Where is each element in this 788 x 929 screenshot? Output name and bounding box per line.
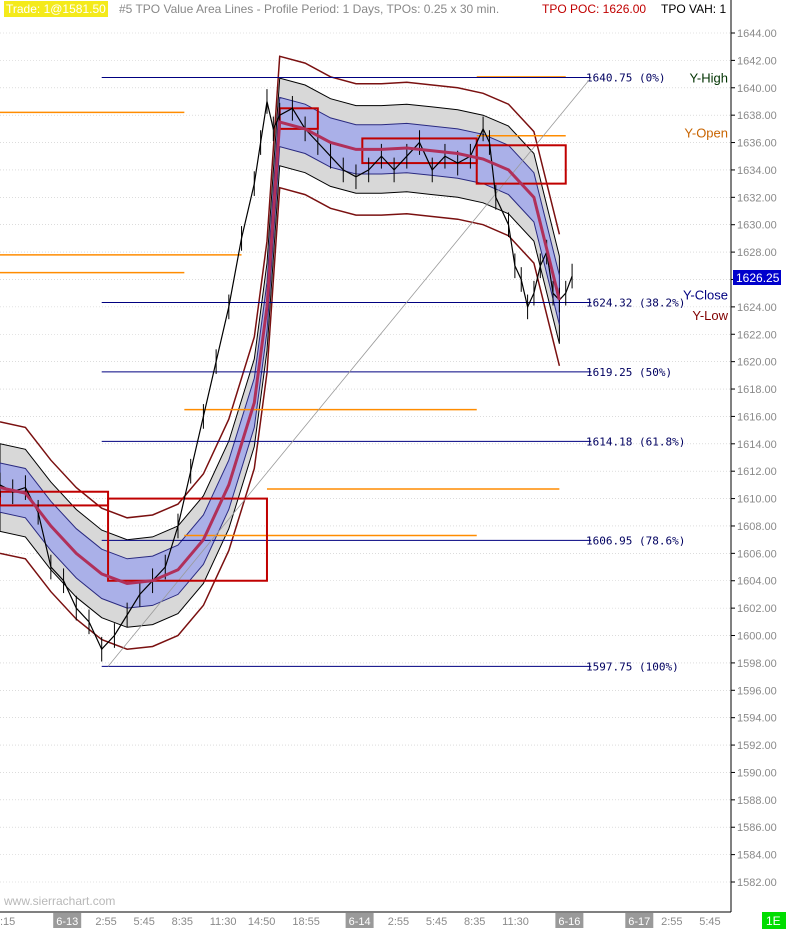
y-tick-label: 1632.00 xyxy=(737,192,777,204)
x-tick-label: 6-13 xyxy=(56,916,78,928)
y-tick-label: 1620.00 xyxy=(737,357,777,369)
x-tick-label: 2:55 xyxy=(95,916,116,928)
x-tick-label: 6-16 xyxy=(558,916,580,928)
y-tick-label: 1610.00 xyxy=(737,494,777,506)
x-tick-label: 11:30 xyxy=(210,916,237,928)
y-tick-label: 1614.00 xyxy=(737,439,777,451)
trade-indicator[interactable]: Trade: 1@1581.50 xyxy=(4,1,108,17)
x-tick-label: 5:45 xyxy=(133,916,154,928)
x-tick-label: 2:55 xyxy=(661,916,682,928)
x-tick-label: 2:55 xyxy=(388,916,409,928)
reference-label: Y-Open xyxy=(684,125,728,140)
y-tick-label: 1598.00 xyxy=(737,658,777,670)
y-tick-label: 1586.00 xyxy=(737,822,777,834)
y-tick-label: 1602.00 xyxy=(737,603,777,615)
fib-label: 1597.75 (100%) xyxy=(586,660,679,673)
fib-label: 1619.25 (50%) xyxy=(586,366,672,379)
fib-label: 1606.95 (78.6%) xyxy=(586,534,685,547)
y-axis: 1582.00 1584.00 1586.00 1588.00 1590.00 1592.… xyxy=(731,28,777,889)
tpo-vah-value: TPO VAH: 1 xyxy=(661,2,727,16)
x-tick-label: 5:45 xyxy=(699,916,720,928)
y-tick-label: 1606.00 xyxy=(737,548,777,560)
y-tick-label: 1622.00 xyxy=(737,329,777,341)
reference-label: Y-Close xyxy=(683,288,728,303)
x-tick-label: :15 xyxy=(0,916,15,928)
x-tick-label: 8:35 xyxy=(172,916,193,928)
y-tick-label: 1634.00 xyxy=(737,165,777,177)
fib-label: 1614.18 (61.8%) xyxy=(586,435,685,448)
y-tick-label: 1616.00 xyxy=(737,411,777,423)
fib-label: 1624.32 (38.2%) xyxy=(586,296,685,309)
x-tick-label: 18:55 xyxy=(292,916,320,928)
x-tick-label: 14:50 xyxy=(248,916,276,928)
x-tick-label: 6-17 xyxy=(628,916,650,928)
y-tick-label: 1608.00 xyxy=(737,521,777,533)
y-tick-label: 1596.00 xyxy=(737,685,777,697)
y-tick-label: 1644.00 xyxy=(737,28,777,40)
y-tick-label: 1638.00 xyxy=(737,110,777,122)
x-tick-label: 5:45 xyxy=(426,916,447,928)
y-tick-label: 1630.00 xyxy=(737,220,777,232)
reference-label: Y-High xyxy=(689,71,728,86)
study-title: #5 TPO Value Area Lines - Profile Period… xyxy=(119,2,500,16)
y-tick-label: 1584.00 xyxy=(737,850,777,862)
x-tick-label: 8:35 xyxy=(464,916,485,928)
reference-label: Y-Low xyxy=(692,308,728,323)
y-tick-label: 1600.00 xyxy=(737,631,777,643)
current-price-label: 1626.25 xyxy=(736,271,780,285)
y-tick-label: 1618.00 xyxy=(737,384,777,396)
y-tick-label: 1642.00 xyxy=(737,55,777,67)
y-tick-label: 1628.00 xyxy=(737,247,777,259)
y-tick-label: 1592.00 xyxy=(737,740,777,752)
y-tick-label: 1582.00 xyxy=(737,877,777,889)
y-tick-label: 1624.00 xyxy=(737,302,777,314)
chart[interactable]: 1640.75 (0%) 1624.32 (38.2%) 1619.25 (50%)… xyxy=(0,0,788,929)
y-tick-label: 1604.00 xyxy=(737,576,777,588)
y-tick-label: 1588.00 xyxy=(737,795,777,807)
watermark: www.sierrachart.com xyxy=(3,894,115,908)
y-tick-label: 1636.00 xyxy=(737,138,777,150)
tpo-poc-value: TPO POC: 1626.00 xyxy=(542,2,647,16)
x-tick-label: 6-14 xyxy=(349,916,371,928)
x-tick-label: 11:30 xyxy=(502,916,529,928)
y-tick-label: 1590.00 xyxy=(737,767,777,779)
y-tick-label: 1612.00 xyxy=(737,466,777,478)
fib-label: 1640.75 (0%) xyxy=(586,72,665,85)
corner-badge-label[interactable]: 1E xyxy=(766,914,781,928)
y-tick-label: 1640.00 xyxy=(737,83,777,95)
y-tick-label: 1594.00 xyxy=(737,713,777,725)
